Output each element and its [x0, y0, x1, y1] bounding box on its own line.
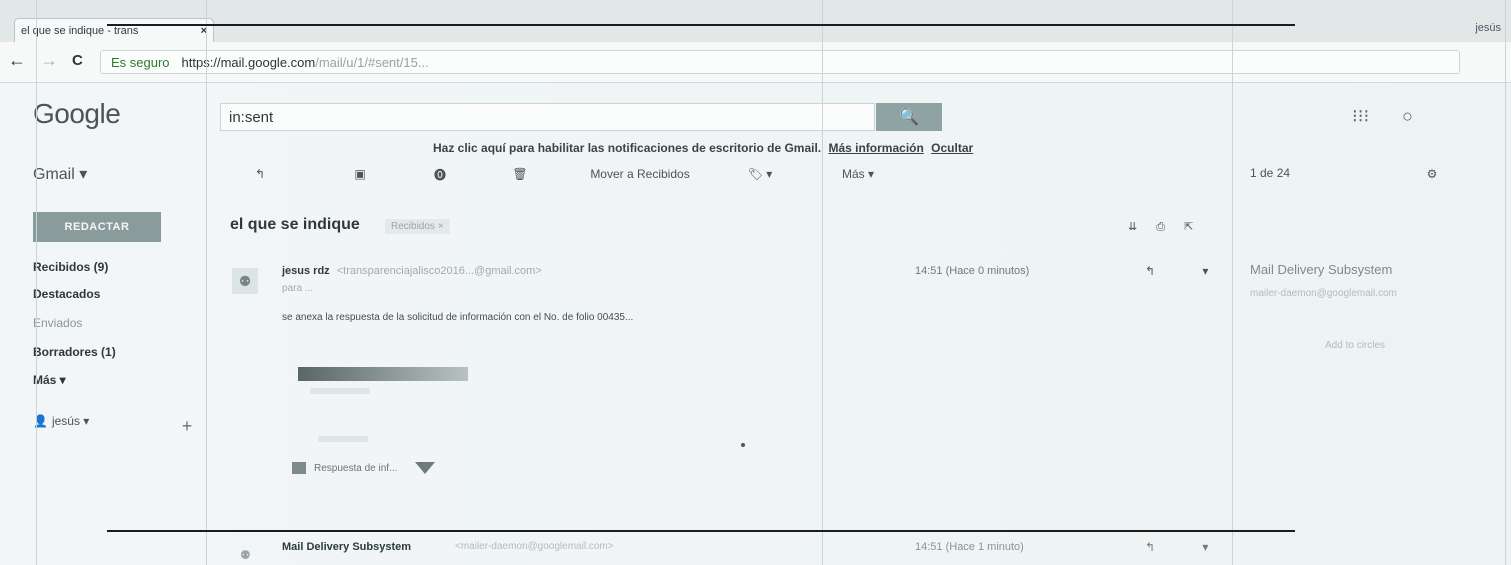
tab-title: el que se indique - trans: [21, 24, 139, 37]
scan-line: [36, 0, 37, 565]
labels-icon[interactable]: 🏷 ▾: [740, 162, 780, 186]
sender-avatar-icon: ⚉: [232, 268, 258, 294]
spam-icon[interactable]: ⓿: [425, 162, 455, 186]
sidebar-item-inbox[interactable]: Recibidos (9): [33, 260, 108, 274]
people-panel-name: Mail Delivery Subsystem: [1250, 262, 1393, 277]
secure-lock-label: Es seguro: [111, 54, 170, 70]
reply-icon[interactable]: ↰: [245, 162, 275, 186]
second-sender-address: <mailer-daemon@googlemail.com>: [455, 541, 614, 552]
cursor-dot: [741, 443, 745, 447]
signature-line: [318, 436, 368, 442]
signature-line: [310, 388, 370, 394]
browser-profile[interactable]: jesús: [1475, 22, 1501, 34]
thread-subject: el que se indique: [230, 216, 360, 233]
second-message-time: 14:51 (Hace 1 minuto): [915, 541, 1024, 553]
sidebar-item-drafts[interactable]: Borradores (1): [33, 345, 116, 359]
attachment-name: Respuesta de inf...: [314, 462, 398, 474]
pdf-file-icon: [292, 462, 306, 474]
message-time: 14:51 (Hace 0 minutos): [915, 265, 1030, 277]
search-input[interactable]: in:sent: [220, 103, 875, 131]
scan-line: [822, 0, 823, 565]
hangouts-profile[interactable]: 👤 jesús ▾: [33, 414, 89, 428]
hide-link[interactable]: Ocultar: [931, 141, 973, 155]
browser-address-row: ← → C Es seguro https://mail.google.com …: [0, 42, 1511, 83]
browser-tab[interactable]: el que se indique - trans ×: [14, 18, 214, 42]
back-arrow-icon[interactable]: ←: [8, 50, 26, 71]
second-message-actions[interactable]: ↰ ▾: [1145, 540, 1230, 554]
scan-line: [1232, 0, 1233, 565]
pagination-count: 1 de 24: [1250, 166, 1291, 180]
attachment[interactable]: Respuesta de inf...: [292, 462, 436, 474]
add-to-circles-link[interactable]: Add to circles: [1325, 340, 1385, 351]
account-circle-icon[interactable]: ○: [1402, 106, 1413, 127]
archive-icon[interactable]: ▣: [345, 162, 375, 186]
compose-button[interactable]: REDACTAR: [33, 212, 161, 242]
delete-icon[interactable]: 🗑: [505, 162, 535, 186]
sender-address: <transparenciajalisco2016...@gmail.com>: [336, 265, 542, 277]
gmail-menu[interactable]: Gmail ▾: [33, 164, 87, 184]
second-sender-avatar-icon: ⚉: [240, 548, 251, 562]
scan-overlay: [0, 0, 1511, 565]
scan-line: [1505, 0, 1506, 565]
more-info-link[interactable]: Más información: [828, 141, 923, 155]
url-host: https://mail.google.com: [181, 54, 316, 70]
reload-icon[interactable]: C: [72, 52, 83, 69]
message-reply-actions[interactable]: ↰ ▾: [1145, 264, 1230, 278]
signature-image: [298, 367, 468, 381]
scan-line: [206, 0, 207, 565]
message-sender[interactable]: jesus rdz <transparenciajalisco2016...@g…: [282, 265, 542, 277]
search-button[interactable]: 🔍: [876, 103, 942, 131]
address-bar[interactable]: Es seguro https://mail.google.com /mail/…: [100, 50, 1460, 74]
more-button[interactable]: Más ▾: [838, 162, 878, 186]
message-body: se anexa la respuesta de la solicitud de…: [282, 312, 634, 323]
download-icon[interactable]: [415, 462, 436, 474]
thread-label-chip[interactable]: Recibidos ×: [385, 219, 450, 234]
notification-banner: Haz clic aquí para habilitar las notific…: [433, 141, 973, 155]
apps-grid-icon[interactable]: ⁝⁝⁝: [1352, 106, 1369, 127]
url-path: /mail/u/1/#sent/15...: [315, 54, 429, 70]
sidebar-item-more[interactable]: Más ▾: [33, 373, 66, 387]
move-to-button[interactable]: Mover a Recibidos: [580, 162, 700, 186]
sidebar-item-starred[interactable]: Destacados: [33, 287, 100, 301]
forward-arrow-icon[interactable]: →: [40, 50, 58, 71]
sender-name: jesus rdz: [282, 265, 330, 277]
profile-name: jesús ▾: [51, 414, 90, 428]
settings-gear-icon[interactable]: ⚙: [1420, 162, 1444, 186]
people-panel-email: mailer-daemon@googlemail.com: [1250, 288, 1397, 299]
browser-tab-bar: el que se indique - trans × jesús: [0, 0, 1511, 42]
thread-tools-icons[interactable]: ⇊ ⎙ ⇱: [1128, 220, 1201, 234]
redaction-line-bottom: [107, 530, 1295, 532]
sidebar-item-sent[interactable]: Enviados: [33, 316, 82, 330]
redaction-line-top: [107, 24, 1295, 26]
add-contact-icon[interactable]: +: [175, 414, 199, 438]
notification-text: Haz clic aquí para habilitar las notific…: [433, 141, 822, 155]
google-logo[interactable]: Google: [33, 98, 121, 130]
second-sender-name[interactable]: Mail Delivery Subsystem: [282, 541, 411, 553]
search-icon: 🔍: [899, 109, 919, 126]
message-recipient[interactable]: para ...: [282, 283, 313, 294]
